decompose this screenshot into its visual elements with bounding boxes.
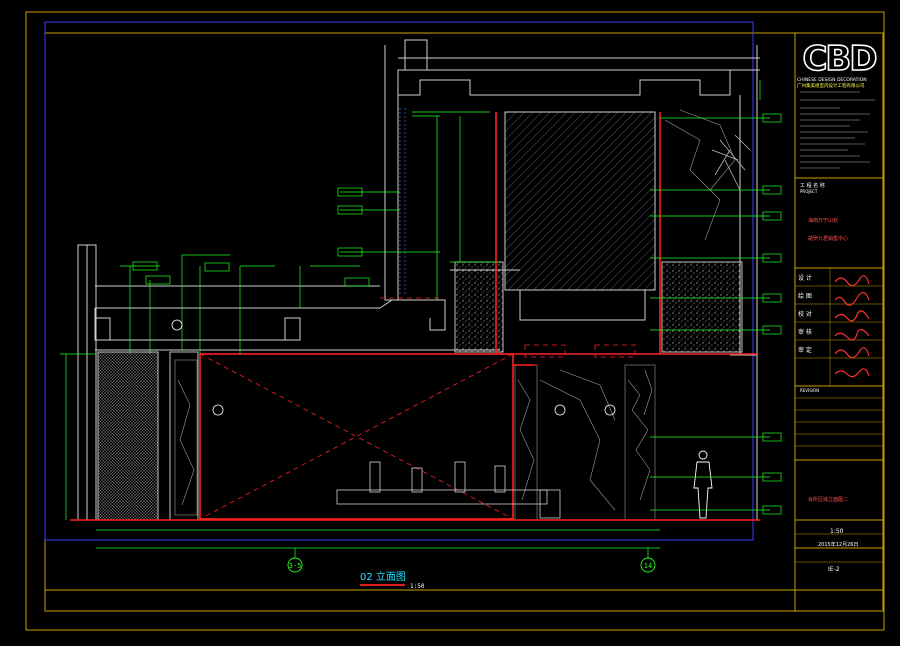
plant-sketch bbox=[711, 134, 751, 191]
drawing-number: IE-2 bbox=[828, 566, 840, 573]
role-label: 设 计 bbox=[798, 275, 812, 282]
role-list: 设 计 绘 图 校 对 审 核 审 定 bbox=[798, 270, 830, 360]
role-label: 审 定 bbox=[798, 347, 812, 354]
elevation-scale: 1:50 bbox=[410, 583, 425, 590]
drawing-title: 会所区域立面图二 bbox=[808, 497, 849, 503]
role-label: 校 对 bbox=[798, 311, 812, 318]
company-cn: 广州集美组室内设计工程有限公司 bbox=[797, 84, 865, 89]
grid-bubble-icon bbox=[287, 557, 656, 573]
role-label: 审 核 bbox=[798, 329, 812, 336]
company-logo: CBD bbox=[802, 38, 879, 80]
red-outlines bbox=[70, 112, 760, 521]
cad-drawing: CBD 3-5 14 02 立面图 1:50 bbox=[25, 11, 885, 631]
figure-icon bbox=[693, 450, 713, 519]
logo-text: CBD bbox=[802, 39, 876, 79]
elevation-label: 02 立面图 bbox=[360, 570, 406, 583]
grid-label-left: 3-5 bbox=[289, 562, 302, 570]
grid-label-right: 14 bbox=[644, 562, 652, 570]
drawing-scale: 1:50 bbox=[830, 528, 844, 535]
furniture bbox=[336, 461, 561, 519]
drawing-date: 2015年12月26日 bbox=[818, 542, 859, 548]
revision-label: REVISION bbox=[800, 388, 820, 393]
role-label: 绘 图 bbox=[798, 293, 812, 300]
project-name-1: 海南万宁山钦 bbox=[808, 218, 839, 224]
project-name-2: 胡罗九君销售中心 bbox=[808, 236, 849, 242]
hatched-panel bbox=[504, 111, 656, 291]
project-label-en: PROJECT bbox=[800, 189, 818, 194]
texture-panel bbox=[97, 351, 159, 521]
section-marker-icon bbox=[171, 319, 616, 416]
